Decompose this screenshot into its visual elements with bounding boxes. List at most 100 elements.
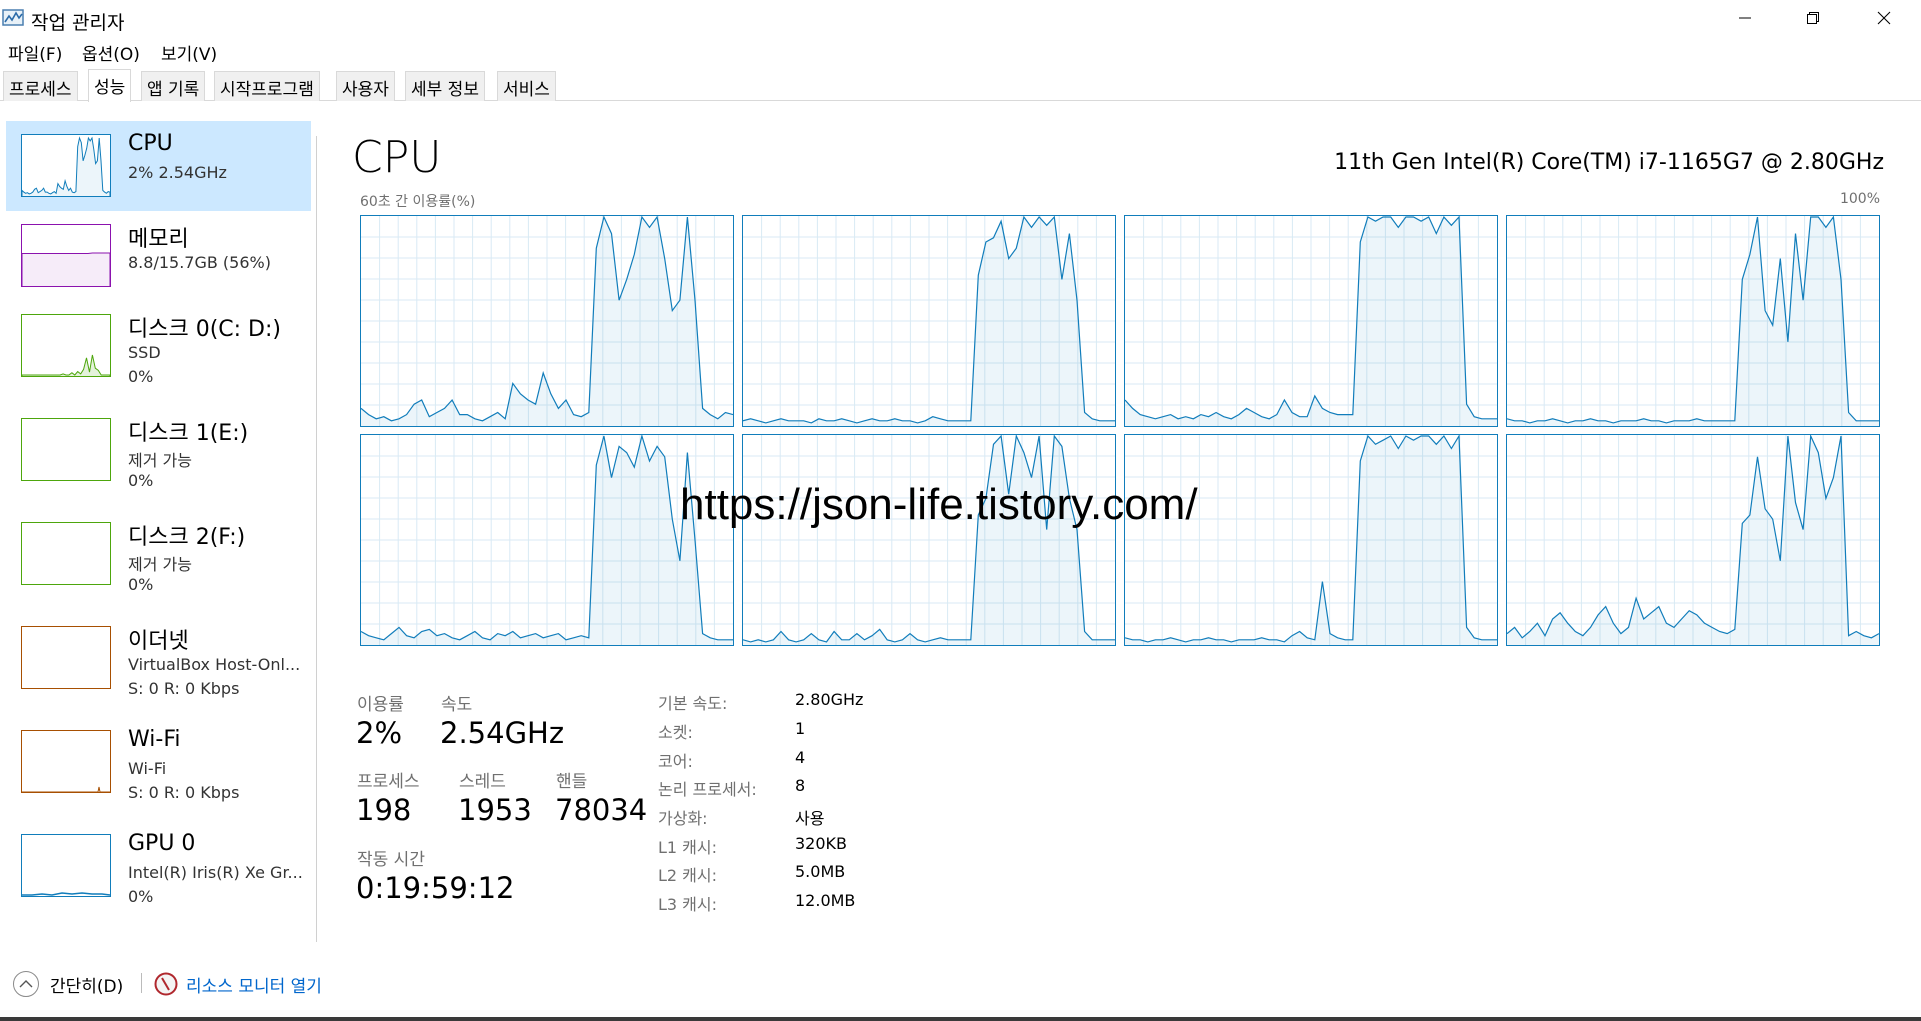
sidebar-divider [316, 136, 317, 942]
disk0-thumbnail-line [22, 354, 110, 376]
sidebar-item-value: S: 0 R: 0 Kbps [128, 679, 240, 698]
handles-value: 78034 [555, 793, 648, 827]
tab-bar: 프로세스 성능 앱 기록 시작프로그램 사용자 세부 정보 서비스 [0, 69, 1921, 102]
threads-label: 스레드 [459, 772, 506, 792]
spec-l3-cache-value: 12.0MB [795, 891, 856, 910]
sidebar-item-subtitle: 8.8/15.7GB (56%) [128, 253, 271, 272]
sidebar-item-title: 디스크 0(C: D:) [128, 317, 281, 342]
cpu-thumbnail-graph [21, 134, 111, 197]
graph-axis-label: 60초 간 이용률(%) [360, 194, 476, 210]
tab-app-history[interactable]: 앱 기록 [141, 71, 206, 101]
logical-processor-graph-3 [1506, 215, 1880, 427]
utilization-value: 2% [356, 716, 403, 750]
fewer-details-button[interactable]: 간단히(D) [12, 970, 123, 998]
resource-monitor-icon [154, 972, 178, 996]
disk1-thumbnail-graph [21, 418, 111, 481]
cpu-model-name: 11th Gen Intel(R) Core(TM) i7-1165G7 @ 2… [1334, 150, 1884, 175]
restore-button[interactable] [1779, 0, 1847, 36]
tab-performance[interactable]: 성능 [88, 69, 132, 102]
sidebar-item-memory[interactable]: 메모리 8.8/15.7GB (56%) [6, 211, 311, 301]
sidebar-item-subtitle: Wi-Fi [128, 759, 167, 778]
spec-logical-processors-value: 8 [795, 776, 806, 795]
spec-l2-cache-value: 5.0MB [795, 862, 846, 881]
sidebar-item-subtitle: 2% 2.54GHz [128, 163, 227, 182]
wifi-thumbnail-graph [21, 730, 111, 793]
sidebar-item-disk-0[interactable]: 디스크 0(C: D:) SSD 0% [6, 301, 311, 391]
minimize-button[interactable] [1711, 0, 1779, 36]
ethernet-thumbnail-graph [21, 626, 111, 689]
logical-processor-graph-5 [742, 434, 1116, 646]
threads-value: 1953 [458, 793, 532, 827]
uptime-value: 0:19:59:12 [356, 871, 515, 905]
spec-l1-cache-value: 320KB [795, 834, 848, 853]
menu-bar: 파일(F) 옵션(O) 보기(V) [0, 36, 1921, 65]
logical-processor-graph-0 [360, 215, 734, 427]
menu-options[interactable]: 옵션(O) [82, 40, 140, 65]
logical-processor-graph-1 [742, 215, 1116, 427]
spec-cores-label: 코어: [658, 752, 693, 771]
spec-logical-processors-label: 논리 프로세서: [658, 780, 757, 799]
memory-thumbnail-graph [21, 224, 111, 287]
sidebar-item-gpu-0[interactable]: GPU 0 Intel(R) Iris(R) Xe Gr... 0% [6, 821, 311, 911]
open-resource-monitor-label: 리소스 모니터 열기 [186, 976, 322, 997]
gpu-thumbnail-graph [21, 834, 111, 897]
window-bottom-edge [0, 1017, 1921, 1021]
utilization-label: 이용률 [357, 695, 404, 715]
sidebar-item-subtitle: VirtualBox Host-Onl... [128, 655, 301, 674]
speed-label: 속도 [441, 695, 473, 715]
handles-label: 핸들 [556, 772, 588, 792]
spec-virtualization-label: 가상화: [658, 809, 708, 828]
tab-startup[interactable]: 시작프로그램 [214, 71, 320, 101]
tab-services[interactable]: 서비스 [497, 71, 556, 101]
sidebar-item-cpu[interactable]: CPU 2% 2.54GHz [6, 121, 311, 211]
title-bar: 작업 관리자 [0, 0, 1921, 36]
disk2-thumbnail-graph [21, 522, 111, 585]
tab-users[interactable]: 사용자 [336, 71, 395, 101]
sidebar-item-value: 0% [128, 367, 154, 386]
sidebar-item-subtitle: 제거 가능 [128, 555, 192, 574]
sidebar-item-subtitle: Intel(R) Iris(R) Xe Gr... [128, 863, 303, 882]
disk0-thumbnail-graph [21, 314, 111, 377]
sidebar-item-value: 0% [128, 471, 154, 490]
footer-separator [141, 973, 142, 993]
sidebar-item-wifi[interactable]: Wi-Fi Wi-Fi S: 0 R: 0 Kbps [6, 717, 311, 807]
sidebar-item-ethernet[interactable]: 이더넷 VirtualBox Host-Onl... S: 0 R: 0 Kbp… [6, 613, 311, 703]
sidebar-item-value: 0% [128, 887, 154, 906]
processes-label: 프로세스 [357, 772, 420, 792]
sidebar-item-disk-1[interactable]: 디스크 1(E:) 제거 가능 0% [6, 405, 311, 495]
graph-max-label: 100% [1839, 191, 1880, 207]
restore-icon [1807, 12, 1819, 24]
spec-cores-value: 4 [795, 748, 806, 767]
spec-sockets-label: 소켓: [658, 723, 693, 742]
logical-processor-graph-7 [1506, 434, 1880, 646]
menu-file[interactable]: 파일(F) [8, 40, 62, 65]
spec-sockets-value: 1 [795, 719, 806, 738]
logical-processor-graph-4 [360, 434, 734, 646]
logical-processor-graph-2 [1124, 215, 1498, 427]
menu-view[interactable]: 보기(V) [161, 40, 217, 65]
watermark-text: https://json-life.tistory.com/ [680, 480, 1198, 529]
spec-l3-cache-label: L3 캐시: [658, 895, 718, 914]
close-icon [1877, 11, 1891, 25]
sidebar-item-disk-2[interactable]: 디스크 2(F:) 제거 가능 0% [6, 509, 311, 599]
processes-value: 198 [356, 793, 412, 827]
minimize-icon [1739, 17, 1751, 19]
open-resource-monitor-link[interactable]: 리소스 모니터 열기 [154, 970, 322, 998]
tab-details[interactable]: 세부 정보 [405, 71, 485, 101]
sidebar-item-title: GPU 0 [128, 831, 196, 856]
sidebar-item-value: 0% [128, 575, 154, 594]
spec-l1-cache-label: L1 캐시: [658, 838, 718, 857]
tab-processes[interactable]: 프로세스 [3, 71, 78, 101]
sidebar-item-title: 디스크 2(F:) [128, 525, 246, 550]
sidebar-item-title: 이더넷 [128, 629, 189, 654]
window-title: 작업 관리자 [31, 12, 125, 34]
close-button[interactable] [1850, 0, 1918, 36]
page-title: CPU [352, 132, 442, 183]
chevron-up-icon [13, 971, 39, 997]
logical-processor-graph-6 [1124, 434, 1498, 646]
sidebar-item-title: Wi-Fi [128, 727, 181, 752]
uptime-label: 작동 시간 [357, 850, 425, 870]
speed-value: 2.54GHz [440, 716, 565, 750]
sidebar-item-title: 메모리 [128, 227, 189, 252]
sidebar-item-title: CPU [128, 131, 173, 156]
